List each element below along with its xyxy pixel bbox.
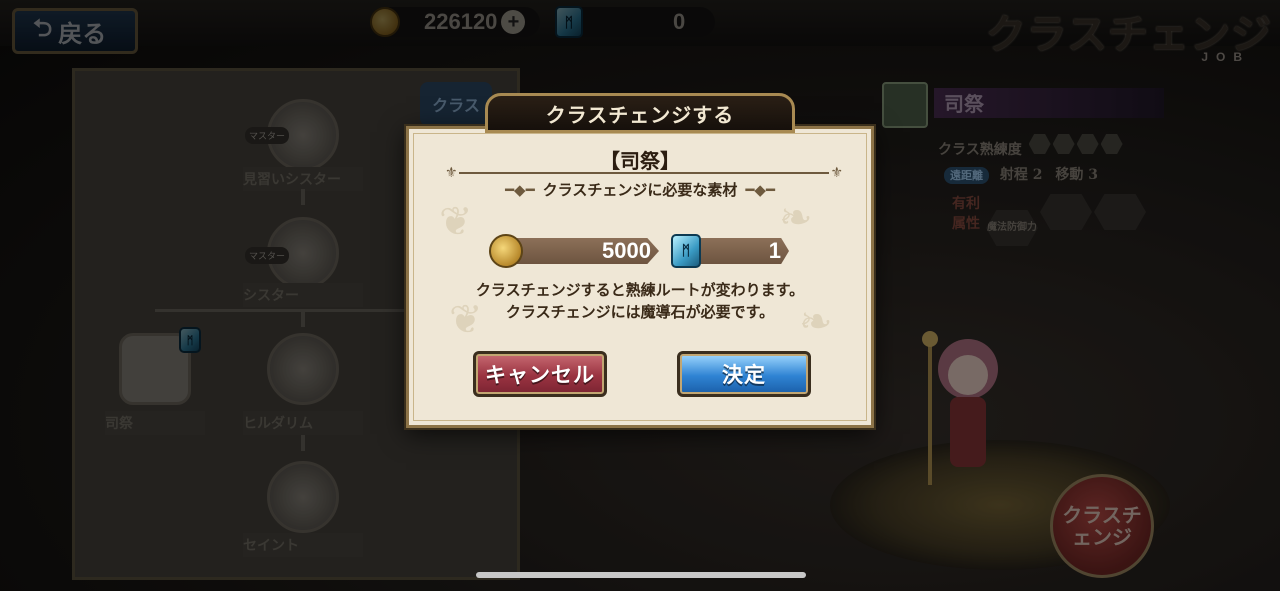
home-indicator[interactable] — [476, 572, 806, 578]
gold-cost: 5000 — [489, 234, 659, 268]
class-change-dialog: クラスチェンジする ❦ ❧ ❦ ❧ 【司祭】 ⚜ ⚜ ━◆━ クラスチェンジに必要… — [406, 93, 874, 428]
dialog-message: クラスチェンジすると熟練ルートが変わります。 クラスチェンジには魔導石が必要です… — [409, 279, 871, 323]
ornament-icon: ❧ — [779, 195, 813, 241]
ornament-icon: ❦ — [439, 199, 473, 245]
job-name: 【司祭】 — [600, 149, 680, 173]
materials-caption: ━◆━ クラスチェンジに必要な素材 ━◆━ — [505, 181, 775, 199]
stone-cost: ᛗ 1 — [671, 234, 789, 268]
gold-cost-value: 5000 — [513, 238, 659, 264]
confirm-button[interactable]: 決定 — [677, 351, 811, 397]
divider: ⚜ ⚜ — [445, 165, 843, 181]
stone-cost-value: 1 — [691, 238, 789, 264]
cancel-button[interactable]: キャンセル — [473, 351, 607, 397]
message-line: クラスチェンジすると熟練ルートが変わります。 — [475, 281, 805, 299]
gold-coin-icon — [489, 234, 523, 268]
magic-stone-icon: ᛗ — [671, 234, 701, 268]
message-line: クラスチェンジには魔導石が必要です。 — [505, 303, 775, 321]
dialog-title: クラスチェンジする — [485, 93, 795, 133]
